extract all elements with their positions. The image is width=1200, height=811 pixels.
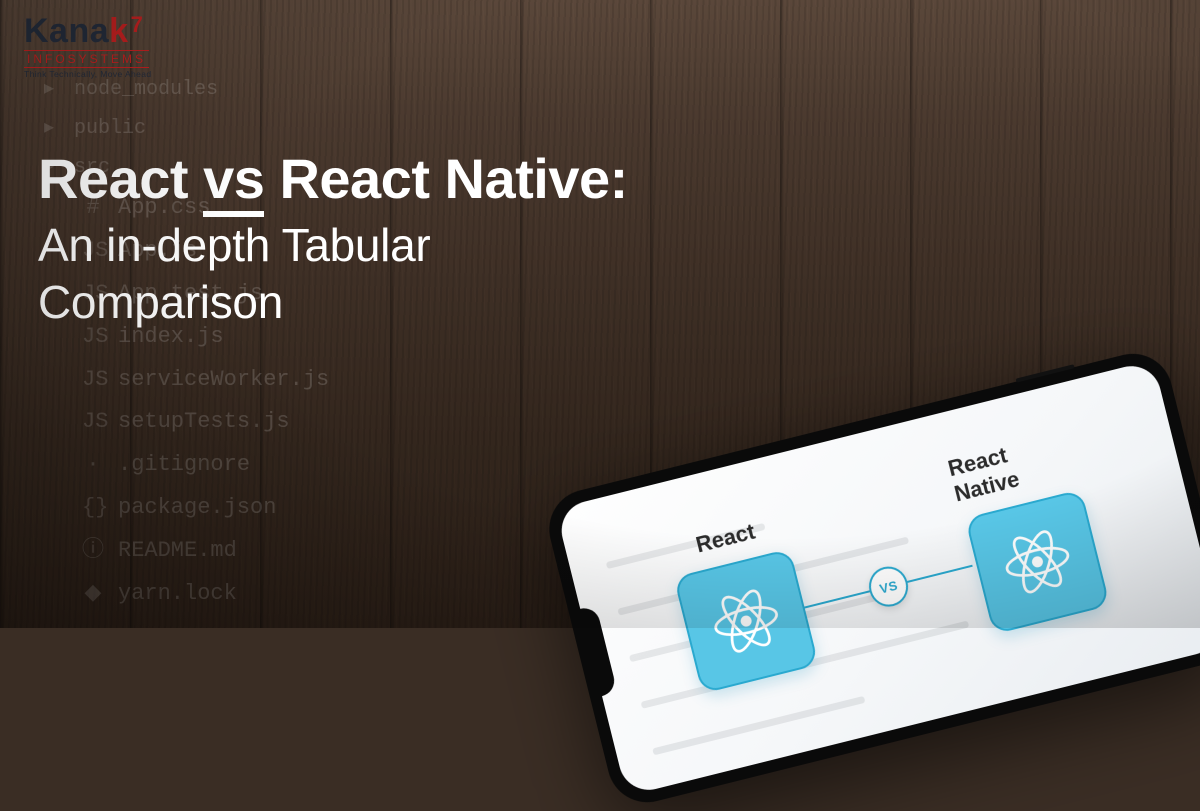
connector-line-right	[907, 565, 973, 583]
filetree-icon: ⓘ	[82, 530, 104, 573]
filetree-row: ◆ yarn.lock	[28, 573, 329, 616]
filetree-filename: setupTests.js	[118, 401, 290, 444]
brand-tagline: Think Technically, Move Ahead	[24, 70, 152, 79]
brand-seven: 7	[131, 12, 144, 37]
headline-pre: React	[38, 147, 203, 210]
vs-badge: VS	[865, 563, 912, 611]
comparison-left-label: React	[693, 519, 757, 559]
filetree-row: ⓘ README.md	[28, 530, 329, 573]
filetree-icon: ·	[82, 444, 104, 487]
filetree-icon: ◆	[82, 573, 104, 616]
headline: React vs React Native: An in-depth Tabul…	[38, 150, 628, 332]
filetree-filename: yarn.lock	[118, 573, 237, 616]
filetree-icon: {}	[82, 487, 104, 530]
filetree-row: JS serviceWorker.js	[28, 359, 329, 402]
filetree-icon: JS	[82, 401, 104, 444]
filetree-filename: .gitignore	[118, 444, 250, 487]
filetree-filename: README.md	[118, 530, 237, 573]
headline-bold: React vs React Native:	[38, 150, 628, 209]
filetree-filename: public	[74, 109, 146, 148]
headline-vs: vs	[203, 147, 264, 217]
brand-name-main: Kana	[24, 12, 109, 50]
filetree-row: JS setupTests.js	[28, 401, 329, 444]
filetree-icon: ▸	[38, 109, 60, 148]
brand-name-accent: k	[109, 12, 128, 50]
react-native-atom-icon	[990, 515, 1085, 610]
filetree-icon: JS	[82, 359, 104, 402]
headline-light-1: An in-depth Tabular	[38, 219, 430, 271]
brand-logo: Kanak7 INFOSYSTEMS Think Technically, Mo…	[24, 14, 152, 79]
react-atom-icon	[699, 574, 794, 669]
filetree-filename: serviceWorker.js	[118, 359, 329, 402]
headline-light: An in-depth Tabular Comparison	[38, 217, 628, 332]
brand-subtitle: INFOSYSTEMS	[24, 50, 149, 68]
headline-post: React Native:	[264, 147, 627, 210]
filetree-row: {} package.json	[28, 487, 329, 530]
vs-badge-label: VS	[878, 577, 899, 596]
headline-light-2: Comparison	[38, 276, 283, 328]
filetree-filename: package.json	[118, 487, 276, 530]
connector-line-left	[804, 590, 870, 608]
filetree-row: · .gitignore	[28, 444, 329, 487]
filetree-row: ▸ public	[28, 109, 329, 148]
